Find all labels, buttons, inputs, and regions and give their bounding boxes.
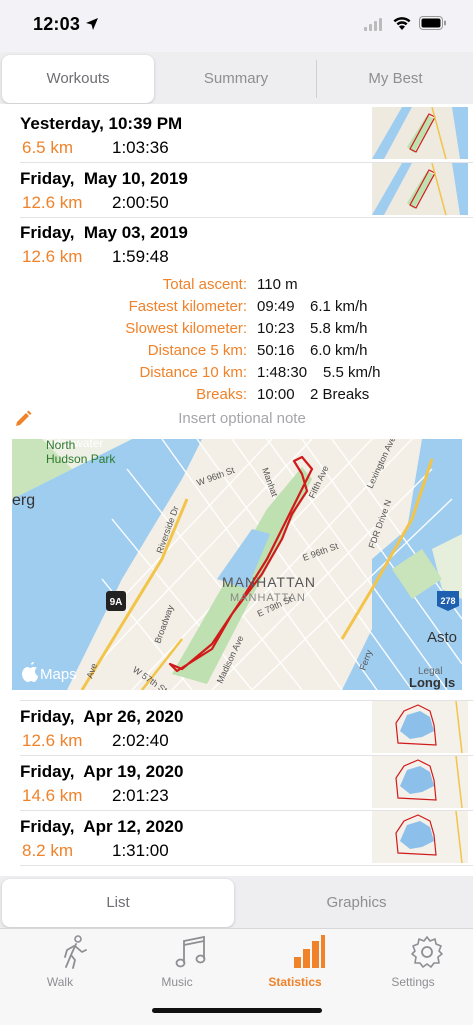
statistics-icon [294,935,325,968]
tab-workouts[interactable]: Workouts [2,55,154,103]
svg-text:Long Is: Long Is [409,675,455,690]
svg-text:MANHATTAN: MANHATTAN [222,574,316,590]
tabbar-music[interactable]: Music [132,935,222,989]
stat-speed-slowest-km: 5.8 km/h [310,320,368,337]
cellular-signal-icon [364,18,382,31]
stat-value-distance-10km: 1:48:30 [257,364,308,381]
view-mode-segmented-control: List Graphics [0,876,473,928]
workout-date: Friday, Apr 26, 2020 [20,707,184,726]
top-segmented-control: Workouts Summary My Best [0,52,473,104]
route-thumbnail [372,756,468,808]
segment-divider [316,60,317,98]
battery-icon [419,16,446,30]
status-bar: 12:03 [0,0,473,52]
stat-value-slowest-km: 10:23 [257,320,295,337]
workout-date: Friday, May 03, 2019 [20,223,188,242]
tabbar-label-walk: Walk [46,975,74,989]
stat-label-distance-10km: Distance 10 km: [139,364,247,381]
workout-duration: 1:03:36 [112,138,169,157]
workout-distance: 14.6 km [22,786,83,805]
workout-date: Friday, Apr 12, 2020 [20,817,184,836]
tabbar-label-statistics: Statistics [268,975,322,989]
tab-my-best[interactable]: My Best [318,55,473,103]
stat-count-breaks: 2 Breaks [310,386,370,403]
svg-text:9A: 9A [110,597,123,608]
tabbar-walk[interactable]: Walk [15,935,105,989]
workout-duration: 1:59:48 [112,247,169,266]
stat-label-slowest-km: Slowest kilometer: [125,320,247,337]
music-icon [175,935,206,968]
svg-text:North: North [46,439,75,452]
tab-graphics[interactable]: Graphics [240,879,473,927]
svg-text:erg: erg [12,492,35,509]
row-separator [20,217,473,218]
row-separator [20,865,473,866]
workout-duration: 2:00:50 [112,193,169,212]
tab-summary[interactable]: Summary [158,55,314,103]
workout-duration: 2:02:40 [112,731,169,750]
svg-text:Hudson Park: Hudson Park [46,452,116,466]
location-arrow-icon [86,18,98,30]
route-thumbnail [372,811,468,863]
svg-text:Asto: Asto [427,629,457,646]
workout-date: Friday, Apr 19, 2020 [20,762,184,781]
stat-label-distance-5km: Distance 5 km: [147,342,247,359]
workout-list[interactable]: Yesterday, 10:39 PM 6.5 km 1:03:36 Frida… [0,104,473,876]
home-indicator [152,1008,322,1013]
tabbar-label-settings: Settings [391,975,435,989]
stat-speed-fastest-km: 6.1 km/h [310,298,368,315]
workout-row-expanded[interactable]: Friday, May 03, 2019 12.6 km 1:59:48 [20,219,473,269]
stat-value-total-ascent: 110 m [257,276,298,293]
workout-distance: 12.6 km [22,731,83,750]
stat-speed-distance-5km: 6.0 km/h [310,342,368,359]
stat-label-total-ascent: Total ascent: [162,276,247,293]
svg-text:MANHATTAN: MANHATTAN [230,592,306,604]
stat-label-breaks: Breaks: [196,386,247,403]
svg-text:278: 278 [440,596,455,606]
workout-distance: 8.2 km [22,841,74,860]
tabbar-label-music: Music [161,975,193,989]
route-map[interactable]: 9A 278 Edgewater North Hudson Park erg M… [12,439,462,690]
route-thumbnail [372,163,468,215]
status-time: 12:03 [33,14,81,34]
route-thumbnail [372,701,468,753]
stat-speed-distance-10km: 5.5 km/h [323,364,381,381]
tab-list[interactable]: List [2,879,234,927]
tabbar-settings[interactable]: Settings [368,935,458,989]
svg-text:Legal: Legal [418,666,442,677]
workout-distance: 6.5 km [22,138,74,157]
stat-value-breaks: 10:00 [257,386,295,403]
route-thumbnail [372,107,468,159]
wifi-icon [393,17,411,30]
gear-icon [411,936,443,968]
stat-label-fastest-km: Fastest kilometer: [128,298,247,315]
workout-duration: 2:01:23 [112,786,169,805]
workout-distance: 12.6 km [22,193,83,212]
svg-text:Maps: Maps [40,666,77,683]
workout-date: Friday, May 10, 2019 [20,169,188,188]
stat-value-fastest-km: 09:49 [257,298,295,315]
workout-distance: 12.6 km [22,247,83,266]
stat-value-distance-5km: 50:16 [257,342,295,359]
note-field[interactable]: Insert optional note [12,408,472,430]
workout-date: Yesterday, 10:39 PM [20,114,183,133]
tabbar-statistics[interactable]: Statistics [250,935,340,989]
note-placeholder: Insert optional note [178,410,306,427]
walk-icon [64,935,87,969]
workout-duration: 1:31:00 [112,841,169,860]
